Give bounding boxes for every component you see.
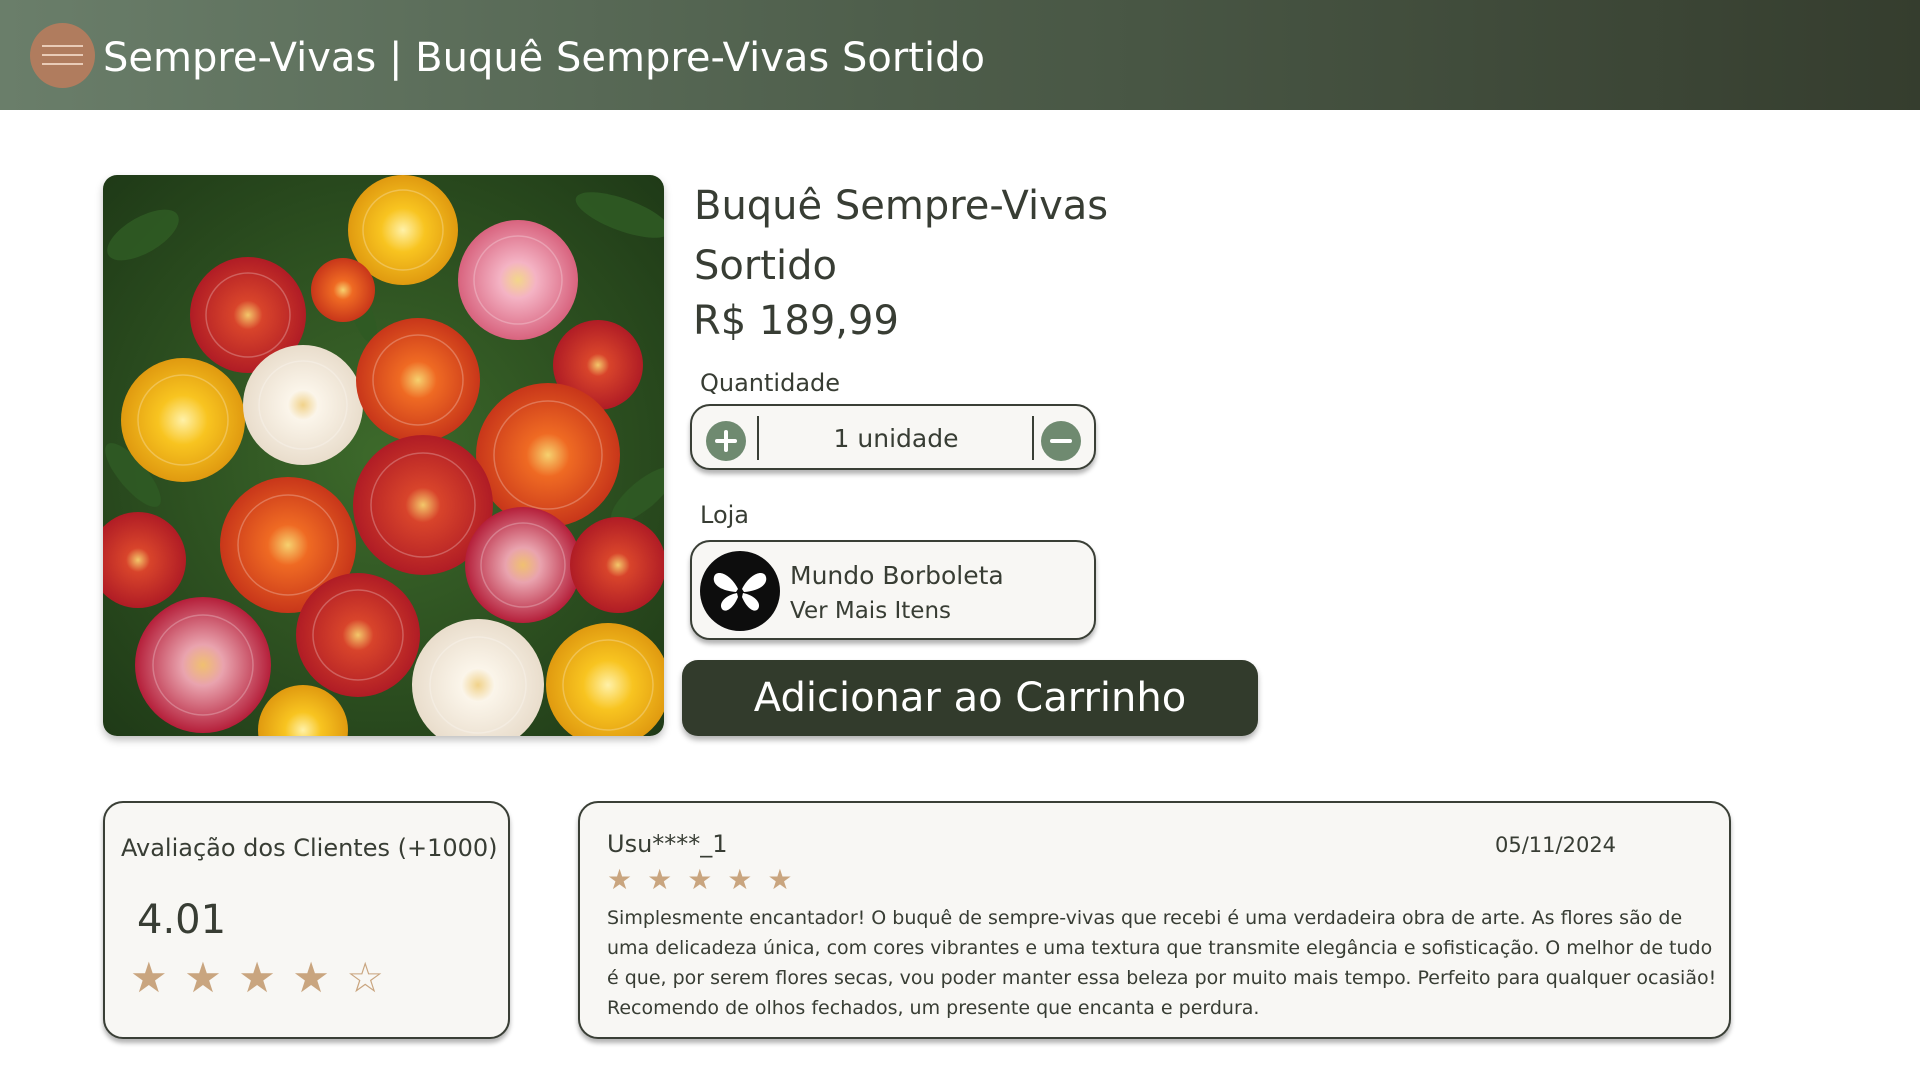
page-title: Sempre-Vivas | Buquê Sempre-Vivas Sortid… (103, 35, 985, 81)
star-icon: ★ (687, 863, 713, 896)
star-icon: ★ (130, 953, 168, 1002)
review-username: Usu****_1 (607, 830, 728, 858)
product-price: R$ 189,99 (693, 298, 899, 344)
star-icon: ★ (767, 863, 793, 896)
stepper-divider (1032, 416, 1034, 460)
review-card: Usu****_1 05/11/2024 ★ ★ ★ ★ ★ Simplesme… (578, 801, 1731, 1039)
butterfly-icon (700, 551, 780, 631)
top-bar: Sempre-Vivas | Buquê Sempre-Vivas Sortid… (0, 0, 1920, 110)
quantity-stepper: 1 unidade (690, 404, 1096, 470)
stepper-divider (757, 416, 759, 460)
rating-stars: ★ ★ ★ ★ ☆ (130, 953, 395, 1003)
star-icon: ★ (607, 863, 633, 896)
review-date: 05/11/2024 (1495, 833, 1617, 857)
store-label: Loja (700, 501, 750, 529)
add-to-cart-button[interactable]: Adicionar ao Carrinho (682, 660, 1258, 736)
quantity-label: Quantidade (700, 369, 841, 397)
store-name: Mundo Borboleta (790, 561, 1004, 590)
star-icon: ★ (184, 953, 222, 1002)
star-icon: ★ (727, 863, 753, 896)
store-card[interactable]: Mundo Borboleta Ver Mais Itens (690, 540, 1096, 640)
star-outline-icon: ☆ (346, 953, 385, 1002)
rating-score: 4.01 (137, 897, 227, 943)
rating-title: Avaliação dos Clientes (+1000) (121, 834, 498, 862)
review-stars: ★ ★ ★ ★ ★ (607, 863, 802, 897)
product-image (103, 175, 664, 736)
store-see-more-link[interactable]: Ver Mais Itens (790, 597, 951, 625)
hamburger-menu-icon[interactable] (30, 23, 95, 88)
minus-circle-icon[interactable] (1041, 421, 1081, 461)
rating-summary-card: Avaliação dos Clientes (+1000) 4.01 ★ ★ … (103, 801, 510, 1039)
plus-circle-icon[interactable] (706, 421, 746, 461)
product-name: Buquê Sempre-Vivas Sortido (694, 183, 1109, 289)
star-icon: ★ (292, 953, 330, 1002)
star-icon: ★ (647, 863, 673, 896)
review-text: Simplesmente encantador! O buquê de semp… (607, 907, 1717, 1019)
star-icon: ★ (238, 953, 276, 1002)
quantity-value[interactable]: 1 unidade (760, 424, 1032, 454)
